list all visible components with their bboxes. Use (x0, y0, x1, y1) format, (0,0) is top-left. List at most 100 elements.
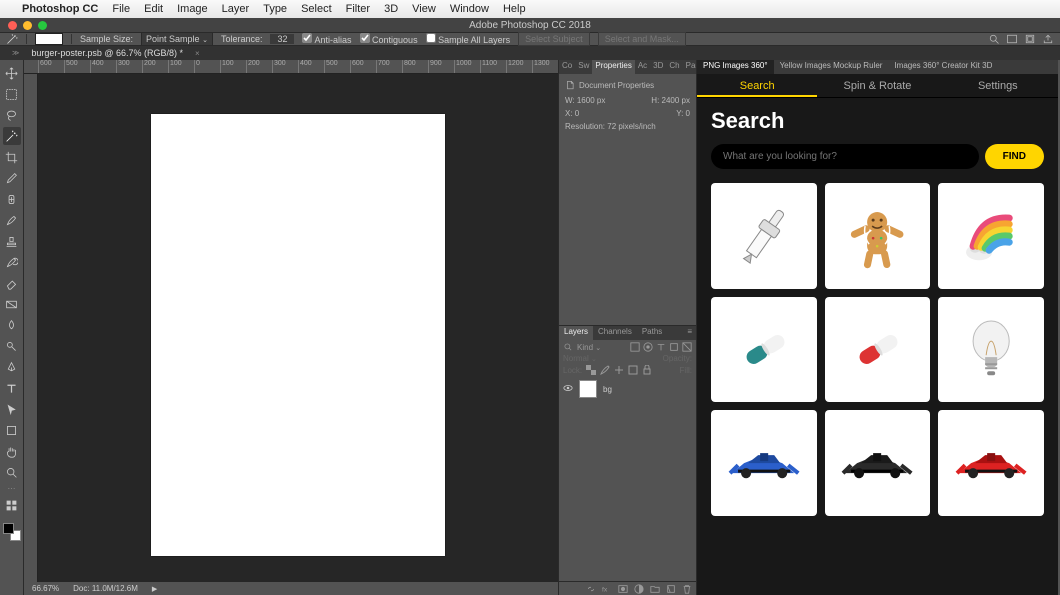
magic-wand-tool[interactable] (3, 127, 21, 145)
lock-position-icon[interactable] (614, 365, 624, 375)
close-tab-icon[interactable]: × (195, 49, 200, 58)
eyedropper-tool[interactable] (3, 169, 21, 187)
menu-edit[interactable]: Edit (144, 3, 163, 15)
result-card[interactable] (711, 297, 817, 403)
blur-tool[interactable] (3, 316, 21, 334)
layers-panel: Layers Channels Paths ≡ Kind ⌄ (559, 325, 696, 595)
workspace-icon[interactable] (1006, 33, 1018, 45)
menu-image[interactable]: Image (177, 3, 208, 15)
history-brush-tool[interactable] (3, 253, 21, 271)
edit-toolbar-icon[interactable] (3, 496, 21, 514)
dodge-tool[interactable] (3, 337, 21, 355)
document-tab[interactable]: burger-poster.psb @ 66.7% (RGB/8) * (23, 48, 191, 58)
result-card[interactable] (711, 410, 817, 516)
menu-select[interactable]: Select (301, 3, 332, 15)
select-subject-button[interactable]: Select Subject (518, 32, 590, 46)
lock-paint-icon[interactable] (600, 365, 610, 375)
ruler-vertical (24, 74, 38, 595)
lasso-tool[interactable] (3, 106, 21, 124)
folder-icon[interactable] (650, 584, 660, 594)
lock-all-icon[interactable] (642, 365, 652, 375)
layer-name[interactable]: bg (603, 385, 612, 394)
layer-thumbnail[interactable] (579, 380, 597, 398)
select-and-mask-button[interactable]: Select and Mask... (598, 32, 686, 46)
visibility-icon[interactable] (563, 383, 573, 395)
sample-size-dropdown[interactable]: Point Sample ⌄ (141, 32, 213, 46)
filter-smart-icon[interactable] (682, 342, 692, 352)
menu-window[interactable]: Window (450, 3, 489, 15)
healing-brush-tool[interactable] (3, 190, 21, 208)
result-card[interactable] (825, 410, 931, 516)
shape-tool[interactable] (3, 421, 21, 439)
menu-help[interactable]: Help (503, 3, 526, 15)
filter-shape-icon[interactable] (669, 342, 679, 352)
plugin-nav: Search Spin & Rotate Settings (697, 74, 1058, 98)
properties-tabs[interactable]: Co Sw Properties Ac 3D Ch Pan (559, 60, 696, 74)
type-tool[interactable] (3, 379, 21, 397)
menu-3d[interactable]: 3D (384, 3, 398, 15)
layer-row[interactable]: bg (559, 377, 696, 401)
document-canvas[interactable] (151, 114, 445, 556)
new-layer-icon[interactable] (666, 584, 676, 594)
blend-mode-dropdown[interactable]: Normal ⌄ (563, 354, 597, 363)
app-name[interactable]: Photoshop CC (22, 3, 98, 15)
find-button[interactable]: FIND (985, 144, 1044, 169)
frame-icon[interactable] (1024, 33, 1036, 45)
menu-view[interactable]: View (412, 3, 436, 15)
share-icon[interactable] (1042, 33, 1054, 45)
stamp-tool[interactable] (3, 232, 21, 250)
filter-icon[interactable] (563, 342, 573, 352)
path-selection-tool[interactable] (3, 400, 21, 418)
color-swatch[interactable] (35, 33, 63, 45)
filter-type-icon[interactable] (656, 342, 666, 352)
menu-layer[interactable]: Layer (222, 3, 250, 15)
eraser-tool[interactable] (3, 274, 21, 292)
antialias-checkbox[interactable]: Anti-alias (302, 33, 351, 45)
zoom-level[interactable]: 66.67% (32, 584, 59, 593)
plugin-nav-settings[interactable]: Settings (938, 74, 1058, 97)
filter-adjust-icon[interactable] (643, 342, 653, 352)
tool-preset-icon[interactable] (6, 33, 18, 45)
brush-tool[interactable] (3, 211, 21, 229)
fx-icon[interactable]: fx (602, 584, 612, 594)
result-card[interactable] (825, 297, 931, 403)
gradient-tool[interactable] (3, 295, 21, 313)
filter-kind-dropdown[interactable]: Kind ⌄ (577, 343, 601, 352)
result-card[interactable] (938, 183, 1044, 289)
crop-tool[interactable] (3, 148, 21, 166)
pen-tool[interactable] (3, 358, 21, 376)
zoom-tool[interactable] (3, 463, 21, 481)
plugin-tab-ruler: Yellow Images Mockup Ruler (774, 60, 889, 74)
result-card[interactable] (938, 297, 1044, 403)
lock-transparent-icon[interactable] (586, 365, 596, 375)
search-input[interactable] (711, 144, 979, 169)
contiguous-checkbox[interactable]: Contiguous (360, 33, 418, 45)
sample-all-checkbox[interactable]: Sample All Layers (426, 33, 511, 45)
lock-artboard-icon[interactable] (628, 365, 638, 375)
result-card[interactable] (711, 183, 817, 289)
trash-icon[interactable] (682, 584, 692, 594)
layers-tabs[interactable]: Layers Channels Paths ≡ (559, 326, 696, 340)
options-bar: Sample Size: Point Sample ⌄ Tolerance: 3… (0, 32, 1060, 46)
result-card[interactable] (938, 410, 1044, 516)
menu-filter[interactable]: Filter (346, 3, 370, 15)
link-layers-icon[interactable] (586, 584, 596, 594)
menu-file[interactable]: File (112, 3, 130, 15)
search-icon[interactable] (988, 33, 1000, 45)
tool-palette: ⋯ (0, 60, 24, 595)
filter-pixel-icon[interactable] (630, 342, 640, 352)
menu-type[interactable]: Type (263, 3, 287, 15)
document-viewport[interactable] (38, 74, 558, 595)
plugin-nav-spin[interactable]: Spin & Rotate (817, 74, 937, 97)
plugin-tabs[interactable]: PNG Images 360° Yellow Images Mockup Rul… (697, 60, 1058, 74)
plugin-nav-search[interactable]: Search (697, 74, 817, 97)
move-tool[interactable] (3, 64, 21, 82)
foreground-background-colors[interactable] (3, 523, 21, 541)
panels-column: Co Sw Properties Ac 3D Ch Pan Document P… (558, 60, 696, 595)
marquee-tool[interactable] (3, 85, 21, 103)
mask-icon[interactable] (618, 584, 628, 594)
hand-tool[interactable] (3, 442, 21, 460)
result-card[interactable] (825, 183, 931, 289)
adjustment-icon[interactable] (634, 584, 644, 594)
tolerance-input[interactable]: 32 (270, 34, 294, 44)
